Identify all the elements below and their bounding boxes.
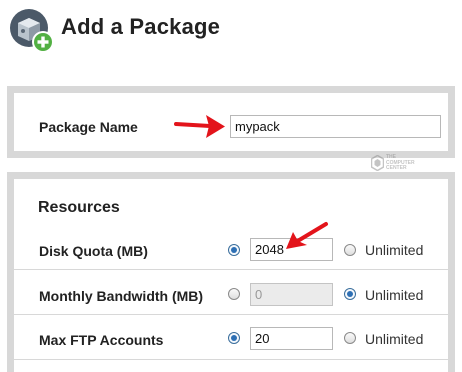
disk-quota-value-radio[interactable] — [228, 244, 240, 256]
watermark-logo: THE COMPUTER CENTER — [370, 154, 431, 173]
watermark-line: CENTER — [386, 165, 407, 171]
monthly-bandwidth-input[interactable] — [250, 283, 333, 306]
package-name-input[interactable] — [230, 115, 441, 138]
hexagon-icon — [370, 154, 385, 172]
max-ftp-accounts-unlimited-label: Unlimited — [365, 331, 424, 347]
disk-quota-unlimited-label: Unlimited — [365, 242, 424, 258]
resources-section: Resources Disk Quota (MB) Unlimited Mont… — [14, 179, 448, 372]
resources-panel: Resources Disk Quota (MB) Unlimited Mont… — [7, 172, 455, 372]
row-divider — [14, 359, 448, 360]
package-name-label: Package Name — [39, 119, 138, 135]
disk-quota-label: Disk Quota (MB) — [39, 243, 148, 259]
monthly-bandwidth-value-radio[interactable] — [228, 288, 240, 300]
row-divider — [14, 269, 448, 270]
max-ftp-accounts-unlimited-radio[interactable] — [344, 332, 356, 344]
row-divider — [14, 314, 448, 315]
package-add-icon — [10, 9, 54, 53]
package-name-panel: Package Name — [7, 86, 455, 158]
package-name-section: Package Name — [14, 93, 448, 151]
annotation-arrow-icon — [286, 222, 328, 249]
max-ftp-accounts-input[interactable] — [250, 327, 333, 350]
page-header: Add a Package — [0, 0, 462, 64]
resources-title: Resources — [38, 199, 120, 216]
max-ftp-accounts-label: Max FTP Accounts — [39, 332, 164, 348]
monthly-bandwidth-unlimited-radio[interactable] — [344, 288, 356, 300]
page-title: Add a Package — [61, 14, 221, 39]
monthly-bandwidth-label: Monthly Bandwidth (MB) — [39, 288, 204, 304]
max-ftp-accounts-value-radio[interactable] — [228, 332, 240, 344]
monthly-bandwidth-unlimited-label: Unlimited — [365, 287, 424, 303]
disk-quota-unlimited-radio[interactable] — [344, 244, 356, 256]
annotation-arrow-icon — [174, 115, 225, 138]
